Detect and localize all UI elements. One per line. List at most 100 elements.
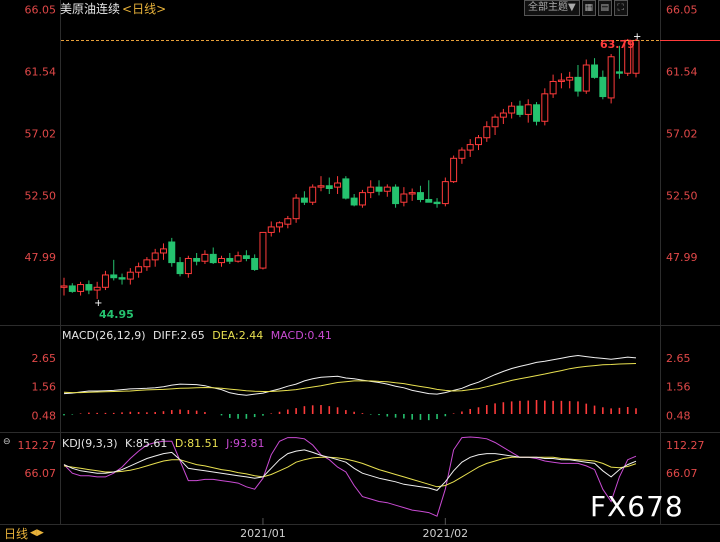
chart-header: 美原油连续 <日线>: [60, 0, 166, 17]
candle-body: [491, 116, 499, 128]
date-axis: 2021/01 2021/02: [240, 518, 468, 540]
date-tick-label: 2021/01: [240, 527, 286, 540]
kdj-tick-label: 66.07: [666, 467, 698, 480]
candle-body: [566, 76, 574, 81]
candle-body: [350, 197, 358, 206]
candle-body: [591, 64, 599, 78]
candle-body: [110, 274, 118, 279]
kdj-j-label: J:93.81: [225, 437, 264, 450]
kdj-tick-label: 66.07: [25, 467, 57, 480]
candle-body: [450, 157, 458, 183]
candle-body: [242, 255, 250, 259]
theme-dropdown[interactable]: 全部主题▼: [524, 0, 580, 16]
toolbar: 全部主题▼ ▦ ▤ ⛶: [524, 0, 628, 16]
theme-label: 全部主题: [528, 2, 568, 13]
candle-body: [483, 126, 491, 139]
fullscreen-icon[interactable]: ⛶: [613, 0, 628, 16]
candle-body: [118, 277, 126, 280]
macd-panel: [63, 354, 637, 421]
last-price-label: 63.79: [600, 38, 635, 51]
candle-body: [342, 178, 350, 199]
candle-body: [508, 105, 516, 114]
candle-body: [201, 253, 209, 262]
price-tick-label: 61.54: [666, 65, 698, 78]
candle-body: [383, 186, 391, 192]
price-tick-label: 47.99: [25, 251, 57, 264]
candle-body: [400, 193, 408, 203]
candle-body: [533, 104, 541, 122]
candle-body: [284, 218, 292, 225]
price-tick-label: 61.54: [25, 65, 57, 78]
candle-body: [358, 192, 366, 206]
price-tick-label: 47.99: [666, 251, 698, 264]
macd-tick-label: 1.56: [32, 381, 57, 394]
candle-body: [475, 137, 482, 146]
kdj-collapse-icon[interactable]: ⊖: [3, 437, 11, 447]
candle-body: [524, 104, 532, 115]
candle-body: [433, 201, 441, 205]
candle-body: [516, 105, 524, 115]
candle-body: [176, 262, 184, 275]
macd-diff-line: [63, 354, 637, 396]
candle-body: [218, 257, 225, 264]
period-label[interactable]: 日线: [4, 525, 28, 542]
candle-body: [499, 112, 507, 118]
macd-diff-label: DIFF:2.65: [153, 329, 205, 342]
candle-body: [168, 241, 176, 264]
period-selector[interactable]: <日线>: [122, 0, 166, 17]
data-window-icon[interactable]: ▤: [597, 0, 612, 16]
dropdown-arrow-icon: ▼: [568, 2, 576, 13]
candle-body: [582, 64, 590, 92]
candle-body: [234, 255, 242, 262]
kdj-k-label: K:85.61: [125, 437, 167, 450]
macd-tick-label: 1.56: [666, 381, 691, 394]
candle-body: [607, 56, 615, 99]
candle-body: [184, 257, 192, 275]
candle-body: [425, 198, 433, 203]
candle-body: [541, 93, 549, 122]
price-tick-label: 57.02: [25, 127, 57, 140]
candle-body: [309, 186, 317, 203]
grid-layout-icon[interactable]: ▦: [581, 0, 596, 16]
candle-body: [599, 76, 607, 98]
candle-body: [135, 266, 143, 273]
candle-body: [557, 79, 565, 82]
kdj-legend: KDJ(9,3,3) K:85.61 D:81.51 J:93.81: [62, 437, 265, 450]
right-price-axis: 66.05 61.54 57.02 52.50 47.99 2.65 1.56 0.48 112…: [666, 3, 705, 480]
candle-body: [574, 76, 582, 92]
price-tick-label: 52.50: [666, 189, 698, 202]
candle-body: [143, 259, 151, 268]
low-price-label: 44.95: [99, 308, 134, 321]
candle-body: [68, 285, 76, 292]
price-tick-label: 57.02: [666, 127, 698, 140]
watermark: FX678: [590, 490, 684, 523]
candle-body: [85, 284, 93, 291]
price-tick-label: 52.50: [25, 189, 57, 202]
macd-tick-label: 0.48: [32, 409, 57, 422]
macd-dea-label: DEA:2.44: [212, 329, 263, 342]
candle-body: [226, 257, 234, 262]
candle-body: [325, 185, 333, 190]
candle-body: [77, 284, 85, 292]
candle-body: [267, 226, 275, 233]
candle-body: [209, 253, 217, 264]
macd-legend: MACD(26,12,9) DIFF:2.65 DEA:2.44 MACD:0.…: [62, 329, 332, 342]
period-switch-icon[interactable]: ◀▶: [30, 528, 44, 538]
macd-tick-label: 2.65: [666, 352, 691, 365]
candle-body: [276, 222, 284, 228]
price-tick-label: 66.05: [25, 3, 57, 16]
chart-canvas[interactable]: ++ 66.05 61.54 57.02 52.50 47.99 2.65 1.56 0.48…: [0, 0, 720, 541]
kdj-tick-label: 112.27: [666, 439, 705, 452]
kdj-d-label: D:81.51: [175, 437, 219, 450]
candle-body: [375, 186, 383, 192]
candle-body: [101, 274, 109, 288]
candle-body: [466, 144, 474, 151]
left-price-axis: 66.05 61.54 57.02 52.50 47.99 2.65 1.56 0.48 112…: [18, 3, 57, 480]
candle-body: [60, 285, 68, 288]
price-tick-label: 66.05: [666, 3, 698, 16]
chart-footer: 日线 ◀▶: [0, 525, 44, 541]
date-tick-label: 2021/02: [422, 527, 468, 540]
kdj-tick-label: 112.27: [18, 439, 57, 452]
macd-value-label: MACD:0.41: [271, 329, 332, 342]
candle-body: [317, 185, 325, 188]
